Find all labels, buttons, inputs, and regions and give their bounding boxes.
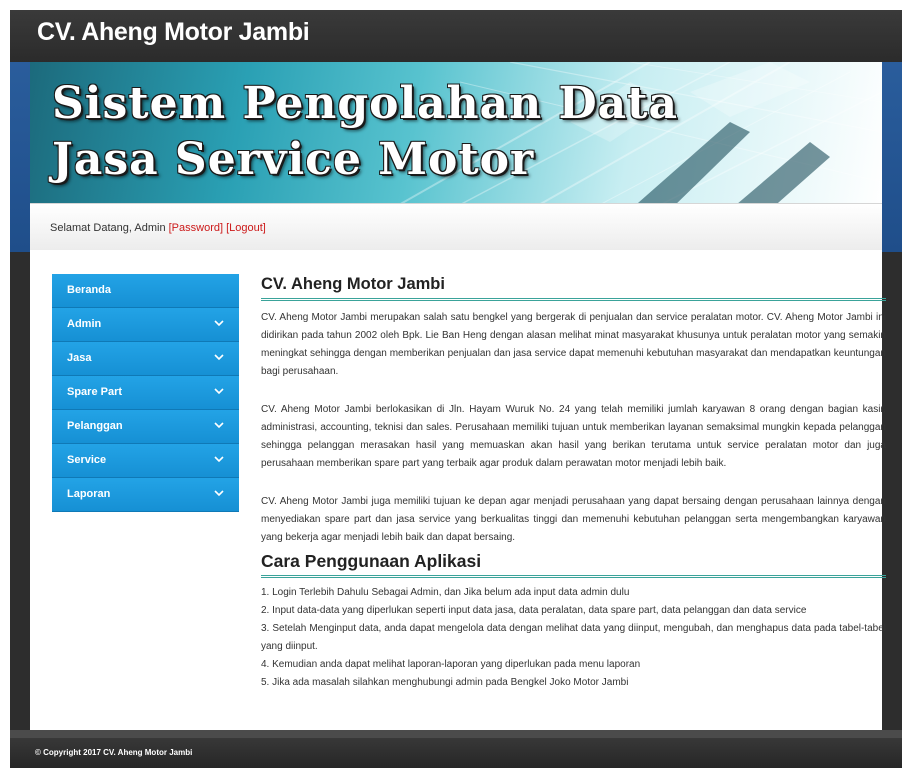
usage-heading: Cara Penggunaan Aplikasi	[261, 551, 886, 578]
sidebar-item-service[interactable]: Service	[52, 444, 239, 478]
chevron-down-icon	[214, 320, 224, 327]
chevron-down-icon	[214, 388, 224, 395]
chevron-down-icon	[214, 490, 224, 497]
usage-step: 1. Login Terlebih Dahulu Sebagai Admin, …	[261, 587, 630, 598]
sidebar-item-label: Beranda	[67, 284, 112, 296]
sidebar-item-jasa[interactable]: Jasa	[52, 342, 239, 376]
site-title: CV. Aheng Motor Jambi	[37, 18, 310, 46]
banner: Sistem Pengolahan Data Jasa Service Moto…	[30, 62, 882, 210]
sidebar-item-label: Laporan	[67, 488, 111, 500]
welcome-bar: Selamat Datang, Admin [Password] [Logout…	[30, 203, 882, 251]
chevron-down-icon	[214, 422, 224, 429]
sidebar-item-label: Pelanggan	[67, 420, 123, 432]
about-paragraph-1: CV. Aheng Motor Jambi merupakan salah sa…	[261, 312, 886, 377]
usage-step: 2. Input data-data yang diperlukan seper…	[261, 605, 807, 616]
about-paragraph-3: CV. Aheng Motor Jambi juga memiliki tuju…	[261, 496, 886, 543]
logout-link[interactable]: [Logout]	[226, 222, 266, 234]
page-frame: CV. Aheng Motor Jambi Sistem Pengolahan …	[10, 10, 902, 768]
content-area: Beranda Admin Jasa Spare Part Pelanggan …	[30, 250, 886, 730]
sidebar-menu: Beranda Admin Jasa Spare Part Pelanggan …	[52, 274, 239, 512]
password-link[interactable]: [Password]	[169, 222, 223, 234]
about-paragraph-2: CV. Aheng Motor Jambi berlokasikan di Jl…	[261, 404, 886, 469]
welcome-prefix: Selamat Datang, Admin	[50, 222, 169, 234]
chevron-down-icon	[214, 456, 224, 463]
sidebar-item-label: Spare Part	[67, 386, 123, 398]
footer: © Copyright 2017 CV. Aheng Motor Jambi	[10, 730, 902, 768]
sidebar-item-label: Service	[67, 454, 107, 466]
usage-step: 5. Jika ada masalah silahkan menghubungi…	[261, 677, 629, 688]
sidebar-item-laporan[interactable]: Laporan	[52, 478, 239, 512]
sidebar-item-beranda[interactable]: Beranda	[52, 274, 239, 308]
page-title: CV. Aheng Motor Jambi	[261, 274, 886, 301]
sidebar-item-pelanggan[interactable]: Pelanggan	[52, 410, 239, 444]
banner-title-line-2: Jasa Service Motor	[52, 134, 535, 185]
copyright-text: © Copyright 2017 CV. Aheng Motor Jambi	[35, 748, 193, 757]
sidebar-item-label: Jasa	[67, 352, 92, 364]
usage-step: 3. Setelah Menginput data, anda dapat me…	[261, 623, 886, 652]
top-bar: CV. Aheng Motor Jambi	[10, 10, 902, 62]
side-accent-left	[10, 62, 30, 252]
banner-title-line-1: Sistem Pengolahan Data	[52, 78, 678, 129]
main-content: CV. Aheng Motor Jambi CV. Aheng Motor Ja…	[261, 274, 886, 692]
welcome-message: Selamat Datang, Admin [Password] [Logout…	[50, 222, 266, 234]
side-accent-right	[882, 62, 902, 252]
usage-step: 4. Kemudian anda dapat melihat laporan-l…	[261, 659, 641, 670]
sidebar-item-label: Admin	[67, 318, 102, 330]
footer-band	[10, 730, 902, 738]
sidebar-item-spare-part[interactable]: Spare Part	[52, 376, 239, 410]
sidebar-item-admin[interactable]: Admin	[52, 308, 239, 342]
chevron-down-icon	[214, 354, 224, 361]
